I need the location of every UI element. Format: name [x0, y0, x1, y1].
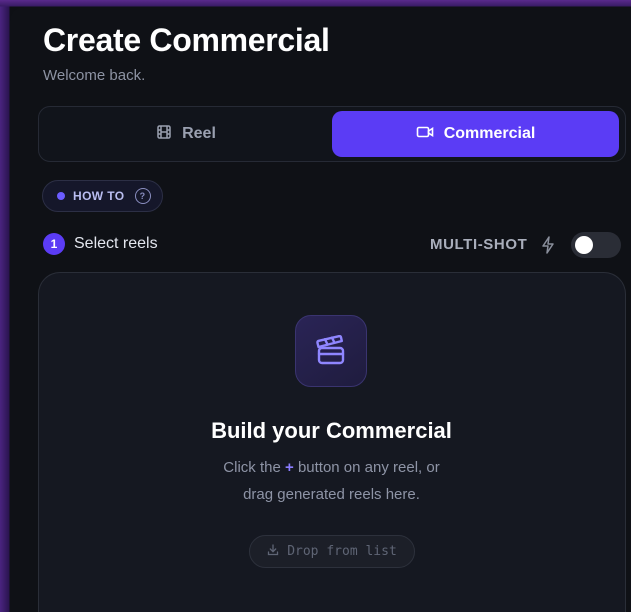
- empty-state-hint: Click the + button on any reel, or: [0, 459, 631, 476]
- step-number-badge: 1: [43, 233, 65, 255]
- empty-state-hint-line2: drag generated reels here.: [243, 486, 420, 503]
- how-to-button[interactable]: HOW TO ?: [42, 180, 163, 212]
- multi-shot-label: MULTI-SHOT: [430, 236, 528, 253]
- tab-reel[interactable]: Reel: [43, 111, 329, 157]
- plus-icon: +: [285, 459, 294, 476]
- multi-shot-toggle[interactable]: [571, 232, 621, 258]
- film-icon: [156, 124, 172, 145]
- drop-from-list-label: Drop from list: [287, 544, 397, 559]
- download-icon: [267, 543, 279, 560]
- page-title: Create Commercial: [43, 22, 330, 58]
- question-circle-icon: ?: [134, 188, 151, 204]
- drop-from-list-button[interactable]: Drop from list: [249, 535, 415, 568]
- step-label: Select reels: [74, 235, 158, 252]
- lightning-bolt-icon: [541, 236, 555, 259]
- clapperboard-icon: [295, 315, 367, 387]
- tab-commercial[interactable]: Commercial: [332, 111, 619, 157]
- toggle-knob: [575, 236, 593, 254]
- how-to-label: HOW TO: [73, 189, 125, 203]
- page-subtitle: Welcome back.: [43, 67, 146, 84]
- tab-commercial-label: Commercial: [443, 125, 536, 142]
- hint-prefix: Click the: [223, 459, 281, 476]
- hint-suffix: button on any reel, or: [297, 459, 440, 476]
- empty-state-title: Build your Commercial: [211, 418, 452, 443]
- tab-reel-label: Reel: [182, 125, 216, 142]
- status-dot: [57, 192, 65, 200]
- mode-switcher: Reel Commercial: [38, 106, 626, 162]
- video-camera-icon: [416, 125, 434, 144]
